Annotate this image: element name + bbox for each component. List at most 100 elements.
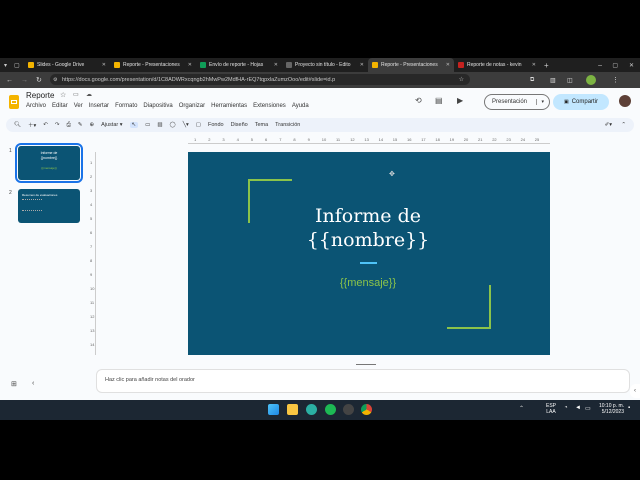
notes-placeholder: Haz clic para añadir notas del orador — [105, 377, 195, 383]
zoom-select[interactable]: Ajustar ▾ — [101, 122, 122, 128]
maximize-icon[interactable]: ▢ — [612, 62, 618, 69]
slide-number: 2 — [9, 190, 12, 196]
share-button[interactable]: ▣ Compartir — [553, 94, 609, 110]
toolbar-diseno[interactable]: Diseño — [231, 122, 248, 128]
file-explorer-icon[interactable] — [287, 404, 298, 415]
menu-archivo[interactable]: Archivo — [26, 103, 46, 109]
line-icon[interactable]: ╲▾ — [183, 122, 189, 128]
site-info-icon[interactable]: ⚙ — [53, 77, 57, 83]
language-indicator[interactable]: ESP LAA — [546, 403, 556, 415]
slide-title[interactable]: Informe de {{nombre}} — [268, 204, 468, 252]
history-icon[interactable]: ⟲ — [415, 96, 422, 105]
reading-list-icon[interactable]: ◫ — [567, 77, 573, 84]
browser-tab-active[interactable]: Reporte - Presentaciones ✕ — [368, 58, 454, 72]
start-icon[interactable] — [268, 404, 279, 415]
zoom-icon[interactable]: ⊕ — [89, 122, 94, 128]
workspace-icon[interactable]: ▢ — [14, 62, 24, 69]
forward-icon[interactable]: → — [21, 77, 28, 84]
menu-insertar[interactable]: Insertar — [89, 103, 109, 109]
browser-tab[interactable]: Slides - Google Drive ✕ — [24, 58, 110, 72]
present-button[interactable]: Presentación ▾ — [484, 94, 550, 110]
menu-diapositiva[interactable]: Diapositiva — [143, 103, 172, 109]
close-icon[interactable]: ✕ — [446, 62, 450, 68]
spotify-icon[interactable] — [325, 404, 336, 415]
ruler-tick-label: 2 — [208, 137, 211, 142]
wifi-icon[interactable]: ◔ — [564, 405, 568, 411]
redo-icon[interactable]: ↷ — [55, 122, 60, 128]
slide-canvas[interactable]: Informe de {{nombre}} {{mensaje}} ✥ — [188, 152, 550, 355]
minimize-icon[interactable]: – — [598, 62, 602, 69]
new-slide-icon[interactable]: ＋▾ — [28, 121, 36, 129]
tab-search-icon[interactable]: ▾ — [4, 62, 14, 69]
new-tab-icon[interactable]: + — [544, 61, 549, 70]
toolbar-transicion[interactable]: Transición — [275, 122, 300, 128]
browser-tab[interactable]: Envío de reporte - Hojas ✕ — [196, 58, 282, 72]
sidebar-icon[interactable]: ▥ — [550, 77, 556, 84]
menu-ayuda[interactable]: Ayuda — [292, 103, 309, 109]
menu-formato[interactable]: Formato — [115, 103, 137, 109]
close-icon[interactable]: ✕ — [102, 62, 106, 68]
tray-overflow-icon[interactable]: ⌃ — [519, 405, 524, 412]
edge-icon[interactable] — [306, 404, 317, 415]
clock[interactable]: 10:10 p. m. 5/12/2023 — [596, 403, 624, 415]
battery-icon[interactable]: ▭ — [585, 405, 591, 412]
undo-icon[interactable]: ↶ — [43, 122, 48, 128]
ruler-tick-label: 14 — [90, 342, 95, 347]
menu-organizar[interactable]: Organizar — [179, 103, 205, 109]
volume-icon[interactable]: ◄ — [575, 405, 581, 411]
print-icon[interactable]: ⎙ — [66, 122, 70, 129]
paint-format-icon[interactable]: ✎ — [78, 122, 83, 128]
close-icon[interactable]: ✕ — [188, 62, 192, 68]
app-icon[interactable] — [343, 404, 354, 415]
collapse-filmstrip-icon[interactable]: ‹ — [32, 380, 34, 387]
select-tool-icon[interactable]: ↖ — [129, 122, 139, 128]
editing-toolbar: 🔍︎ ＋▾ ↶ ↷ ⎙ ✎ ⊕ Ajustar ▾ ↖ ▭ ▨ ◯ ╲▾ ▢ F… — [6, 118, 634, 132]
speaker-notes[interactable]: Haz clic para añadir notas del orador — [96, 369, 630, 393]
comment-icon[interactable]: ▢ — [196, 122, 201, 128]
move-folder-icon[interactable]: ▭ — [73, 91, 79, 98]
meet-icon[interactable]: ▶ — [457, 96, 463, 105]
doc-title[interactable]: Reporte — [26, 91, 54, 100]
notes-resize-handle[interactable] — [356, 364, 376, 365]
slides-logo-icon[interactable] — [9, 95, 19, 109]
slide-subtitle[interactable]: {{mensaje}} — [298, 277, 438, 289]
close-icon[interactable]: ✕ — [274, 62, 278, 68]
extensions-icon[interactable]: ⧉ — [530, 77, 534, 84]
profile-avatar[interactable] — [586, 75, 596, 85]
browser-tab[interactable]: Reporte de notas - kevin ✕ — [454, 58, 540, 72]
slide-thumbnail[interactable]: Informe de {{nombre}} {{mensaje}} — [15, 143, 83, 183]
slide-thumbnail[interactable]: Resumen de evaluaciones — [18, 189, 80, 223]
toolbar-tema[interactable]: Tema — [255, 122, 268, 128]
image-icon[interactable]: ▨ — [157, 122, 162, 128]
menu-editar[interactable]: Editar — [52, 103, 68, 109]
search-menus-icon[interactable]: 🔍︎ — [14, 122, 21, 128]
browser-tab[interactable]: Reporte - Presentaciones ✕ — [110, 58, 196, 72]
star-icon[interactable]: ☆ — [60, 91, 66, 99]
present-dropdown-icon[interactable]: ▾ — [536, 99, 544, 105]
close-window-icon[interactable]: ✕ — [629, 62, 634, 69]
chrome-icon[interactable] — [361, 404, 372, 415]
notifications-icon[interactable]: ▪ — [628, 405, 630, 411]
shape-icon[interactable]: ◯ — [170, 122, 176, 128]
back-icon[interactable]: ← — [6, 77, 13, 84]
comments-icon[interactable]: ▤ — [435, 96, 443, 105]
menu-herramientas[interactable]: Herramientas — [211, 103, 247, 109]
textbox-icon[interactable]: ▭ — [145, 122, 150, 128]
collapse-toolbar-icon[interactable]: ⌃ — [621, 122, 626, 128]
grid-view-icon[interactable]: ⊞ — [11, 380, 17, 388]
ruler-tick-label: 15 — [392, 137, 398, 142]
chrome-menu-icon[interactable]: ⋮ — [612, 76, 619, 84]
url-field[interactable]: ⚙ https://docs.google.com/presentation/d… — [50, 74, 470, 85]
browser-tab[interactable]: Proyecto sin título - Edito ✕ — [282, 58, 368, 72]
menu-ver[interactable]: Ver — [74, 103, 83, 109]
horizontal-ruler: 1 2 3 4 5 6 7 8 9 10 11 12 13 14 15 16 17 18 19 20 21 22 23 24 2… — [188, 136, 550, 144]
close-icon[interactable]: ✕ — [532, 62, 536, 68]
side-panel-toggle-icon[interactable]: ‹ — [630, 384, 640, 398]
menu-extensiones[interactable]: Extensiones — [253, 103, 286, 109]
toolbar-fondo[interactable]: Fondo — [208, 122, 224, 128]
bookmark-star-icon[interactable]: ☆ — [459, 76, 464, 83]
user-avatar[interactable] — [619, 95, 631, 107]
reload-icon[interactable]: ↻ — [36, 76, 42, 84]
edit-mode-icon[interactable]: ✐▾ — [605, 122, 612, 128]
close-icon[interactable]: ✕ — [360, 62, 364, 68]
